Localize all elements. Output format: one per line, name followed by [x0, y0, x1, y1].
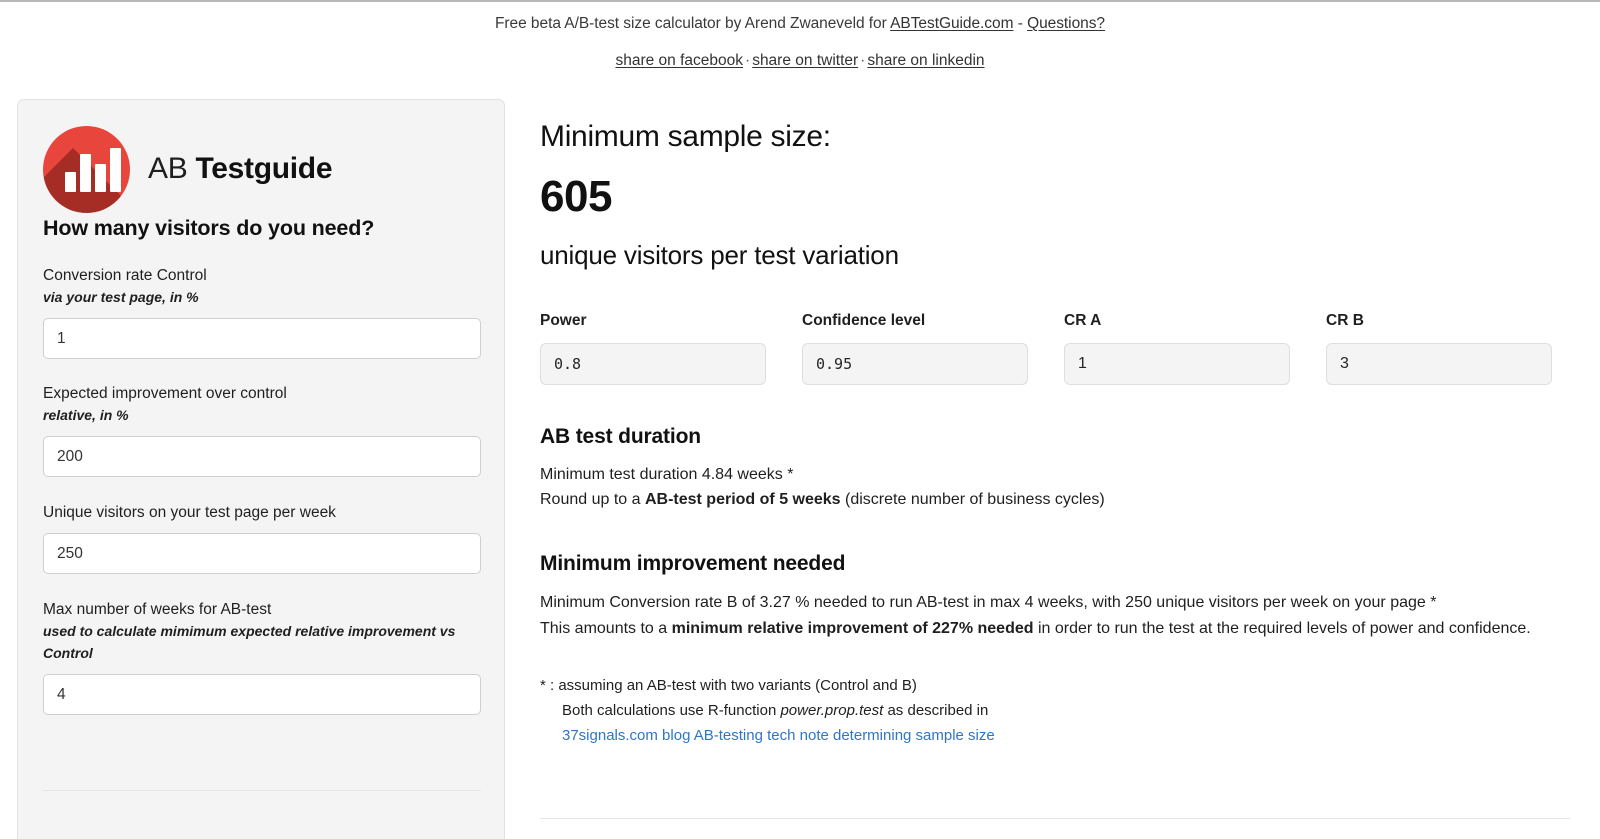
field-max-weeks: Max number of weeks for AB-test used to …: [43, 599, 481, 715]
page-header: Free beta A/B-test size calculator by Ar…: [0, 12, 1600, 72]
improvement-heading: Minimum improvement needed: [540, 552, 846, 575]
cr-b-input[interactable]: [1326, 343, 1552, 385]
sidebar-divider: [43, 790, 481, 791]
share-linkedin-link[interactable]: share on linkedin: [867, 52, 984, 69]
results-panel: Minimum sample size: 605 unique visitors…: [540, 99, 1570, 748]
footnote2-function-name: power.prop.test: [780, 702, 884, 719]
duration-line2-bold: AB-test period of 5 weeks: [644, 491, 841, 508]
tagline: Free beta A/B-test size calculator by Ar…: [0, 12, 1600, 36]
footnote-line-2: Both calculations use R-function power.p…: [540, 698, 1570, 723]
field-label: Conversion rate Control: [43, 267, 207, 284]
top-rule: [0, 0, 1600, 2]
duration-line2-post: (discrete number of business cycles): [840, 491, 1105, 508]
37signals-blog-link[interactable]: 37signals.com blog AB-testing tech note …: [562, 727, 995, 744]
share-separator-1: ·: [745, 52, 751, 69]
improvement-line2-pre: This amounts to a: [540, 619, 672, 637]
result-subtitle: unique visitors per test variation: [540, 240, 899, 270]
duration-heading: AB test duration: [540, 425, 701, 448]
conversion-rate-control-input[interactable]: [43, 318, 481, 359]
cr-a-input[interactable]: [1064, 343, 1290, 385]
param-label: CR B: [1326, 312, 1364, 329]
footnotes: * : assuming an AB-test with two variant…: [540, 673, 1570, 748]
improvement-line2-bold: minimum relative improvement of 227% nee…: [671, 619, 1034, 637]
max-weeks-input[interactable]: [43, 674, 481, 715]
improvement-line2-post: in order to run the test at the required…: [1033, 619, 1531, 637]
duration-line-2: Round up to a AB-test period of 5 weeks …: [540, 487, 1570, 512]
duration-body: Minimum test duration 4.84 weeks * Round…: [540, 462, 1570, 512]
share-row: share on facebook · share on twitter · share…: [0, 50, 1600, 72]
result-sample-size: 605: [540, 172, 612, 221]
field-label: Max number of weeks for AB-test: [43, 601, 272, 618]
calculator-sidebar: AB Testguide How many visitors do you ne…: [17, 99, 505, 839]
improvement-body: Minimum Conversion rate B of 3.27 % need…: [540, 590, 1550, 641]
field-label: Expected improvement over control: [43, 385, 287, 402]
minimum-improvement-section: Minimum improvement needed Minimum Conve…: [540, 552, 1570, 641]
abtestguide-link[interactable]: ABTestGuide.com: [890, 15, 1013, 32]
brand-title: AB Testguide: [148, 152, 333, 186]
confidence-level-input[interactable]: [802, 343, 1028, 385]
footnote-line-1: * : assuming an AB-test with two variant…: [540, 677, 917, 694]
footnote2-pre: Both calculations use R-function: [562, 702, 781, 719]
unique-visitors-input[interactable]: [43, 533, 481, 574]
footnote-line-3: 37signals.com blog AB-testing tech note …: [540, 723, 1570, 748]
ab-test-duration-section: AB test duration Minimum test duration 4…: [540, 425, 1570, 512]
improvement-line-2: This amounts to a minimum relative impro…: [540, 616, 1550, 642]
sidebar-heading: How many visitors do you need?: [43, 216, 375, 240]
improvement-line-1: Minimum Conversion rate B of 3.27 % need…: [540, 594, 1437, 611]
result-title: Minimum sample size:: [540, 120, 831, 153]
share-facebook-link[interactable]: share on facebook: [615, 52, 743, 69]
field-conversion-rate-control: Conversion rate Control via your test pa…: [43, 265, 481, 359]
share-separator-2: ·: [860, 52, 866, 69]
duration-line-1: Minimum test duration 4.84 weeks *: [540, 466, 794, 483]
logo-bar-2: [80, 153, 91, 192]
param-label: Confidence level: [802, 312, 926, 329]
param-cr-a: CR A: [1064, 311, 1290, 385]
param-cr-b: CR B: [1326, 311, 1552, 385]
param-confidence-level: Confidence level: [802, 311, 1028, 385]
field-sublabel: used to calculate mimimum expected relat…: [43, 623, 456, 661]
parameters-row: Power Confidence level CR A CR B: [540, 311, 1570, 385]
duration-line2-pre: Round up to a: [540, 491, 645, 508]
ab-testguide-logo-icon: [43, 125, 130, 213]
brand-name-light: AB: [148, 152, 188, 185]
logo-bar-4: [110, 147, 121, 192]
questions-link[interactable]: Questions?: [1027, 15, 1105, 32]
logo-bar-3: [95, 163, 106, 192]
expected-improvement-input[interactable]: [43, 436, 481, 477]
brand-row: AB Testguide: [43, 100, 479, 213]
power-input[interactable]: [540, 343, 766, 385]
footnote2-post: as described in: [883, 702, 989, 719]
tagline-prefix: Free beta A/B-test size calculator by Ar…: [495, 15, 891, 32]
logo-bar-1: [65, 171, 76, 192]
param-label: CR A: [1064, 312, 1102, 329]
field-sublabel: relative, in %: [43, 407, 129, 423]
share-twitter-link[interactable]: share on twitter: [752, 52, 858, 69]
tagline-separator: -: [1013, 15, 1028, 32]
param-power: Power: [540, 311, 766, 385]
bottom-divider: [540, 818, 1570, 819]
brand-name-bold: Testguide: [195, 152, 333, 185]
field-expected-improvement: Expected improvement over control relati…: [43, 383, 481, 477]
param-label: Power: [540, 312, 587, 329]
field-label: Unique visitors on your test page per we…: [43, 504, 336, 521]
field-unique-visitors-per-week: Unique visitors on your test page per we…: [43, 502, 481, 574]
field-sublabel: via your test page, in %: [43, 289, 199, 305]
